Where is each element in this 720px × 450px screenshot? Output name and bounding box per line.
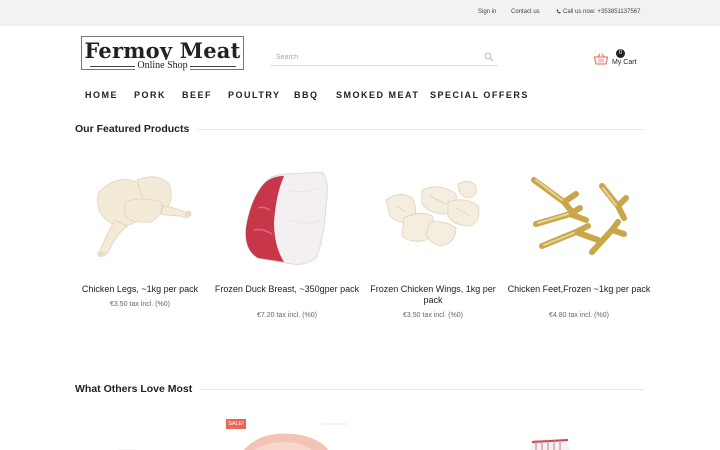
- sale-badge: SALE!: [226, 419, 246, 429]
- nav-item-pork[interactable]: PORK: [134, 90, 166, 100]
- sign-in-link[interactable]: Sign in: [478, 9, 496, 15]
- phone-info: Call us now: +353851137567: [556, 9, 640, 15]
- basket-icon: [594, 53, 608, 65]
- search-icon[interactable]: [484, 52, 494, 62]
- product-name[interactable]: Frozen Duck Breast, ~350gper pack: [214, 284, 360, 295]
- cart-button[interactable]: 0 My Cart: [594, 49, 640, 70]
- site-logo[interactable]: Fermoy Meat Online Shop: [81, 36, 244, 71]
- product-name[interactable]: Chicken Legs, ~1kg per pack: [67, 284, 213, 295]
- featured-title: Our Featured Products: [75, 123, 198, 135]
- top-bar: Sign in Contact us Call us now: +3538511…: [0, 0, 720, 26]
- product-price: €3.50 tax incl. (%0): [110, 301, 170, 308]
- nav-item-bbq[interactable]: BBQ: [294, 90, 319, 100]
- nav-item-special-offers[interactable]: SPECIAL OFFERS: [430, 90, 529, 100]
- product-image-chicken-feet[interactable]: [506, 150, 652, 275]
- phone-text: Call us now: +353851137567: [563, 9, 641, 15]
- search-input[interactable]: [276, 51, 476, 63]
- product-image-duck-breast[interactable]: [214, 150, 360, 275]
- nav-item-poultry[interactable]: POULTRY: [228, 90, 281, 100]
- product-price: €3.50 tax incl. (%0): [403, 312, 463, 319]
- loved-title: What Others Love Most: [75, 383, 201, 395]
- product-name[interactable]: Frozen Chicken Wings, 1kg per pack: [360, 284, 506, 306]
- contact-us-link[interactable]: Contact us: [511, 9, 540, 15]
- nav-item-smoked-meat[interactable]: SMOKED MEAT: [336, 90, 419, 100]
- product-image-chicken-wings[interactable]: [360, 150, 506, 275]
- cart-count-badge: 0: [616, 49, 625, 58]
- nav-item-home[interactable]: HOME: [85, 90, 118, 100]
- phone-icon: [556, 9, 561, 14]
- product-image-chicken-legs[interactable]: [67, 150, 213, 275]
- product-price: €7.20 tax incl. (%0): [257, 312, 317, 319]
- product-name[interactable]: Chicken Feet,Frozen ~1kg per pack: [506, 284, 652, 295]
- search-bar: [270, 49, 498, 66]
- logo-subtitle: Online Shop: [135, 60, 190, 71]
- nav-item-beef[interactable]: BEEF: [182, 90, 212, 100]
- loved-product-images: [118, 423, 570, 450]
- cart-label: My Cart: [612, 59, 637, 66]
- product-price: €4.80 tax incl. (%0): [549, 312, 609, 319]
